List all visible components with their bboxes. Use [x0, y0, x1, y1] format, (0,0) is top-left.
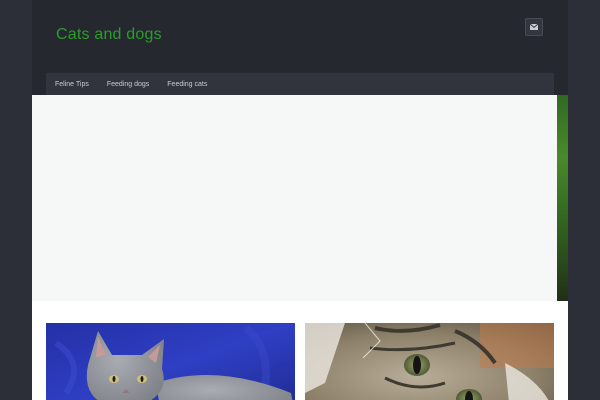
- posts-area: [32, 301, 568, 400]
- nav-item-feeding-cats[interactable]: Feeding cats: [167, 81, 207, 88]
- post-thumbnail-gray-kitten[interactable]: [46, 323, 295, 400]
- page: Cats and dogs Feline Tips Feeding dogs F…: [0, 0, 600, 400]
- nav-item-feline-tips[interactable]: Feline Tips: [55, 81, 89, 88]
- site-wrapper: Cats and dogs Feline Tips Feeding dogs F…: [32, 0, 568, 400]
- site-title[interactable]: Cats and dogs: [56, 26, 162, 44]
- mail-button[interactable]: [525, 18, 543, 36]
- gray-kitten-photo: [46, 323, 295, 400]
- hero-slide-edge: [557, 95, 568, 301]
- hero-banner: [32, 95, 557, 301]
- post-thumbnail-tabby-cat[interactable]: [305, 323, 554, 400]
- tabby-cat-photo: [305, 323, 554, 400]
- nav-item-feeding-dogs[interactable]: Feeding dogs: [107, 81, 149, 88]
- main-nav: Feline Tips Feeding dogs Feeding cats: [46, 73, 554, 95]
- envelope-icon: [530, 24, 538, 30]
